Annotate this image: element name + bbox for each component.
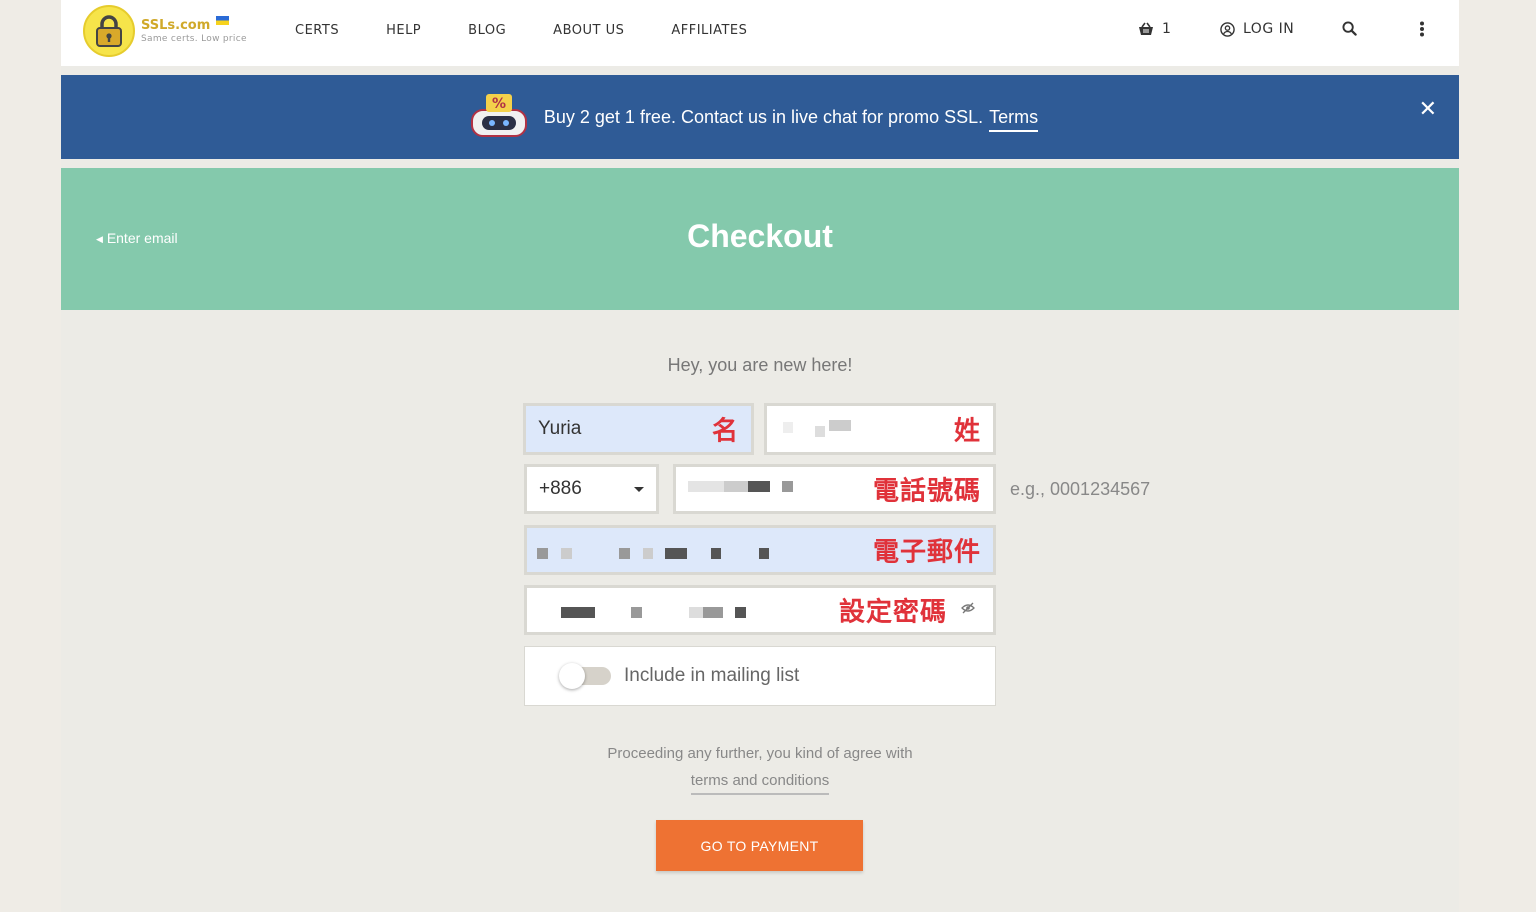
- first-name-field[interactable]: Yuria 名: [523, 403, 754, 455]
- redacted-block: [735, 607, 746, 618]
- password-field[interactable]: 設定密碼: [524, 585, 996, 635]
- phone-hint: e.g., 0001234567: [1010, 479, 1151, 499]
- redacted-block: [631, 607, 642, 618]
- country-code-select[interactable]: +886: [524, 464, 659, 514]
- redacted-block: [561, 548, 572, 559]
- chevron-down-icon: [634, 487, 644, 492]
- promo-text: Buy 2 get 1 free. Contact us in live cha…: [543, 106, 984, 127]
- legal-notice: Proceeding any further, you kind of agre…: [61, 740, 1459, 795]
- redacted-block: [688, 481, 724, 492]
- terms-and-conditions-link[interactable]: terms and conditions: [690, 771, 830, 795]
- toggle-knob: [559, 663, 585, 689]
- login-label: LOG IN: [1243, 21, 1295, 37]
- last-name-annotation: 姓: [953, 416, 981, 447]
- redacted-block: [748, 481, 770, 492]
- redacted-block: [783, 422, 793, 433]
- close-icon[interactable]: ✕: [1419, 97, 1437, 122]
- cart-count: 1: [1162, 21, 1171, 37]
- legal-text: Proceeding any further, you kind of agre…: [607, 745, 913, 762]
- cart-button[interactable]: 1: [1138, 21, 1171, 37]
- logo-name: SSLs.com: [141, 17, 211, 33]
- redacted-block: [829, 420, 851, 431]
- phone-annotation: 電話號碼: [872, 476, 981, 507]
- ukraine-flag-icon: [216, 15, 230, 25]
- password-annotation: 設定密碼: [838, 597, 947, 628]
- nav-about-us[interactable]: ABOUT US: [553, 23, 624, 38]
- last-name-field[interactable]: 姓: [764, 403, 996, 455]
- redacted-block: [711, 548, 721, 559]
- email-field[interactable]: 電子郵件: [524, 525, 996, 575]
- redacted-block: [561, 607, 595, 618]
- redacted-block: [619, 548, 630, 559]
- nav-blog[interactable]: BLOG: [468, 23, 506, 38]
- email-annotation: 電子郵件: [872, 537, 981, 568]
- promo-terms-link[interactable]: Terms: [989, 106, 1039, 132]
- eye-slash-icon[interactable]: [961, 602, 975, 614]
- redacted-block: [643, 548, 653, 559]
- greeting-text: Hey, you are new here!: [667, 355, 853, 375]
- redacted-block: [815, 426, 825, 437]
- main-nav: CERTS HELP BLOG ABOUT US AFFILIATES: [295, 23, 794, 38]
- mailing-list-label: Include in mailing list: [624, 665, 800, 686]
- country-code-value: +886: [539, 478, 582, 499]
- mailing-list-option: Include in mailing list: [524, 646, 996, 706]
- first-name-value: Yuria: [538, 418, 582, 439]
- promo-banner: % Buy 2 get 1 free. Contact us in live c…: [61, 75, 1459, 159]
- user-circle-icon: [1220, 21, 1235, 37]
- svg-text:%: %: [492, 96, 506, 112]
- redacted-block: [724, 481, 748, 492]
- redacted-block: [703, 607, 723, 618]
- padlock-logo-icon: [83, 5, 135, 57]
- checkout-hero: ◀ Enter email Checkout: [61, 168, 1459, 310]
- page-title: Checkout: [687, 218, 833, 254]
- kebab-menu-icon: [1420, 21, 1424, 37]
- search-button[interactable]: [1342, 21, 1357, 36]
- search-icon: [1342, 21, 1357, 36]
- first-name-annotation: 名: [711, 416, 739, 447]
- nav-help[interactable]: HELP: [386, 23, 421, 38]
- basket-icon: [1139, 22, 1153, 35]
- logo[interactable]: SSLs.com Same certs. Low price: [83, 5, 247, 57]
- go-to-payment-button[interactable]: GO TO PAYMENT: [656, 820, 863, 871]
- login-button[interactable]: LOG IN: [1220, 21, 1294, 37]
- nav-certs[interactable]: CERTS: [295, 23, 339, 38]
- page: SSLs.com Same certs. Low price CERTS HEL…: [61, 0, 1459, 912]
- mailing-list-toggle[interactable]: [559, 663, 611, 689]
- logo-tagline: Same certs. Low price: [141, 33, 247, 44]
- more-menu-button[interactable]: [1419, 21, 1425, 37]
- site-header: SSLs.com Same certs. Low price CERTS HEL…: [61, 0, 1459, 66]
- redacted-block: [537, 548, 548, 559]
- redacted-block: [665, 548, 687, 559]
- robot-discount-icon: %: [470, 94, 527, 137]
- phone-field[interactable]: 電話號碼: [673, 464, 996, 514]
- redacted-block: [759, 548, 769, 559]
- redacted-block: [689, 607, 703, 618]
- nav-affiliates[interactable]: AFFILIATES: [671, 23, 747, 38]
- redacted-block: [782, 481, 793, 492]
